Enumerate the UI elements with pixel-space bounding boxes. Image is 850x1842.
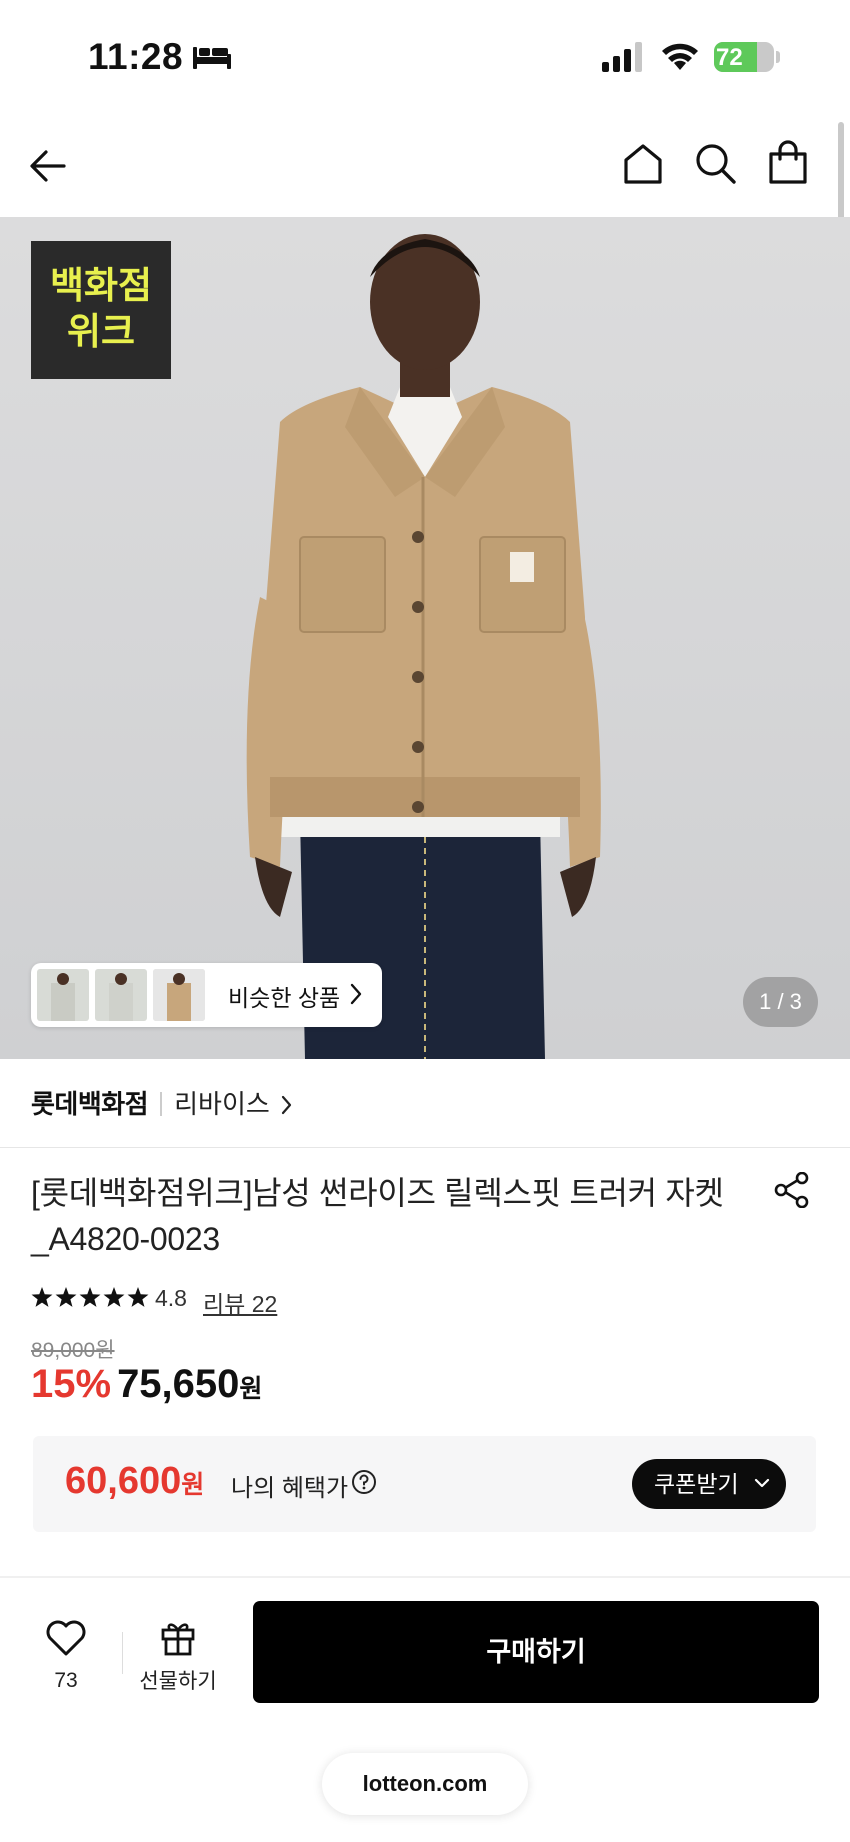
status-time: 11:28 — [88, 36, 184, 77]
chevron-down-icon — [754, 1478, 770, 1488]
gift-button[interactable]: 선물하기 — [134, 1618, 222, 1695]
star-icon — [127, 1287, 149, 1307]
brand-link[interactable]: 리바이스 — [174, 1089, 270, 1119]
benefit-box: 60,600원 나의 혜택가 쿠폰받기 — [33, 1436, 816, 1532]
rating-score: 4.8 — [155, 1285, 187, 1311]
browser-url-pill[interactable]: lotteon.com — [322, 1753, 528, 1815]
store-name[interactable]: 롯데백화점 — [31, 1089, 149, 1119]
rating-stars — [31, 1287, 149, 1307]
divider — [122, 1632, 123, 1674]
sale-price: 75,650 — [117, 1362, 240, 1406]
similar-products-button[interactable]: 비슷한 상품 — [31, 963, 382, 1027]
shopping-bag-icon[interactable] — [766, 140, 810, 186]
benefit-label: 나의 혜택가 — [231, 1475, 349, 1502]
star-icon — [31, 1287, 53, 1307]
battery-percent: 72 — [716, 44, 743, 71]
similar-products-label: 비슷한 상품 — [228, 985, 341, 1011]
badge-line-2: 위크 — [66, 311, 136, 352]
heart-icon — [46, 1620, 86, 1656]
star-icon — [55, 1287, 77, 1307]
chevron-right-icon — [350, 983, 362, 1005]
status-bar: 11:28 72 — [0, 0, 850, 110]
search-icon[interactable] — [694, 142, 738, 186]
like-count: 73 — [54, 1669, 78, 1692]
star-icon — [103, 1287, 125, 1307]
home-icon[interactable] — [622, 142, 664, 186]
divider — [160, 1092, 163, 1116]
bottom-action-bar: 73 선물하기 구매하기 lotteon.com — [0, 1578, 850, 1842]
product-image-carousel[interactable]: 백화점 위크 비슷한 상품 1 / 3 — [0, 217, 850, 1059]
coupon-button-label: 쿠폰받기 — [654, 1471, 739, 1497]
back-arrow-icon[interactable] — [28, 146, 68, 186]
bed-icon — [193, 47, 231, 69]
product-title: [롯데백화점위크]남성 썬라이즈 릴렉스핏 트러커 자켓 _A4820-0023 — [31, 1175, 724, 1257]
buy-button[interactable]: 구매하기 — [253, 1601, 819, 1703]
similar-thumb[interactable] — [37, 969, 89, 1021]
coupon-button[interactable]: 쿠폰받기 — [632, 1459, 786, 1509]
brand-row: 롯데백화점 리바이스 — [31, 1084, 293, 1124]
benefit-currency: 원 — [181, 1471, 205, 1499]
star-icon — [79, 1287, 101, 1307]
price-currency: 원 — [239, 1375, 263, 1403]
signal-icon — [602, 42, 642, 72]
image-pager: 1 / 3 — [743, 977, 818, 1027]
help-icon[interactable] — [351, 1469, 377, 1495]
wifi-icon — [662, 43, 698, 70]
top-nav — [0, 120, 850, 216]
gift-label: 선물하기 — [139, 1670, 217, 1693]
section-divider — [0, 1147, 850, 1148]
similar-thumb[interactable] — [95, 969, 147, 1021]
original-price: 89,000원 — [31, 1339, 115, 1362]
price-row: 15% 75,650원 — [31, 1362, 262, 1412]
gift-icon — [161, 1623, 195, 1656]
chevron-right-icon — [281, 1095, 292, 1115]
badge-line-1: 백화점 — [49, 265, 153, 306]
discount-rate: 15% — [31, 1362, 112, 1406]
battery-icon: 72 — [714, 42, 774, 72]
share-icon[interactable] — [774, 1172, 810, 1208]
similar-thumb[interactable] — [153, 969, 205, 1021]
department-week-badge: 백화점 위크 — [31, 241, 171, 379]
reviews-link[interactable]: 리뷰 22 — [203, 1285, 277, 1319]
battery-tip — [776, 51, 780, 63]
benefit-price: 60,600원 — [65, 1460, 204, 1503]
like-button[interactable]: 73 — [38, 1618, 94, 1693]
benefit-price-value: 60,600 — [65, 1460, 182, 1502]
